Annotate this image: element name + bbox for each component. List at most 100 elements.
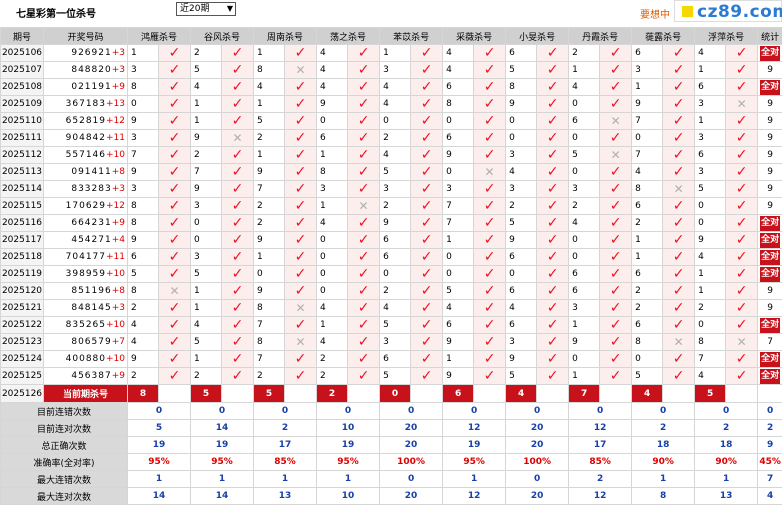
kill-number-cell: 6 [506,317,537,334]
header-stats: 统计 [758,28,782,45]
check-icon: ✓ [232,232,244,248]
kill-number-cell: 6 [632,266,663,283]
stats-cell: 全对 [758,79,782,96]
result-mark-cell: ✓ [348,215,380,232]
site-logo[interactable]: cz89.com [674,0,782,22]
result-mark-cell: ✓ [537,283,569,300]
check-icon: ✓ [295,79,307,95]
kill-number-cell: 1 [254,147,285,164]
period-cell: 2025107 [1,62,44,79]
kill-number-cell: 7 [632,147,663,164]
check-icon: ✓ [547,368,559,384]
current-kill-blank [600,385,632,403]
promo-link[interactable]: 要想中 [640,6,670,21]
check-icon: ✓ [358,266,370,282]
cross-icon: ✕ [232,131,242,145]
check-icon: ✓ [358,283,370,299]
header-method-10: 浮萍杀号 [695,28,758,45]
kill-number-cell: 9 [632,96,663,113]
check-icon: ✓ [232,45,244,61]
check-icon: ✓ [169,62,181,78]
kill-number-cell: 6 [695,79,726,96]
result-mark-cell: ✓ [159,232,191,249]
check-icon: ✓ [421,351,433,367]
current-kill-blank [159,385,191,403]
check-icon: ✓ [421,368,433,384]
kill-number-cell: 4 [317,334,348,351]
result-mark-cell: ✓ [726,266,758,283]
cross-icon: ✕ [611,148,621,162]
check-icon: ✓ [736,130,748,146]
kill-number-cell: 5 [569,147,600,164]
kill-number-cell: 2 [569,198,600,215]
result-mark-cell: ✓ [474,79,506,96]
check-icon: ✓ [484,147,496,163]
kill-number-cell: 4 [380,79,411,96]
check-icon: ✓ [295,130,307,146]
check-icon: ✓ [421,113,433,129]
result-mark-cell: ✓ [159,266,191,283]
kill-number-cell: 9 [191,181,222,198]
check-icon: ✓ [484,96,496,112]
kill-number-cell: 4 [569,215,600,232]
result-mark-cell: ✓ [474,130,506,147]
summary-value: 20 [506,420,569,437]
result-mark-cell: ✓ [663,215,695,232]
check-icon: ✓ [421,96,433,112]
check-icon: ✓ [358,317,370,333]
result-mark-cell: ✓ [411,130,443,147]
kill-number-cell: 2 [695,300,726,317]
kill-number-cell: 6 [380,249,411,266]
draw-number-cell: 851196+8 [44,283,128,300]
check-icon: ✓ [358,249,370,265]
result-mark-cell: ✓ [348,334,380,351]
result-mark-cell: ✓ [348,351,380,368]
result-mark-cell: ✕ [474,164,506,181]
result-mark-cell: ✓ [537,164,569,181]
result-mark-cell: ✓ [537,266,569,283]
kill-number-cell: 5 [695,181,726,198]
kill-number-cell: 7 [632,113,663,130]
check-icon: ✓ [484,130,496,146]
kill-number-cell: 9 [380,215,411,232]
kill-number-cell: 0 [443,164,474,181]
check-icon: ✓ [484,79,496,95]
check-icon: ✓ [169,368,181,384]
kill-number-cell: 0 [569,164,600,181]
table-row: 2025111904842+113✓9✕2✓6✓2✓6✓0✓0✓0✓3✓9 [1,130,782,147]
check-icon: ✓ [232,79,244,95]
check-icon: ✓ [421,62,433,78]
check-icon: ✓ [169,266,181,282]
check-icon: ✓ [358,351,370,367]
kill-number-cell: 3 [569,300,600,317]
check-icon: ✓ [358,215,370,231]
check-icon: ✓ [232,317,244,333]
summary-value: 90% [632,454,695,471]
kill-number-cell: 9 [254,283,285,300]
result-mark-cell: ✓ [474,232,506,249]
result-mark-cell: ✓ [285,317,317,334]
kill-number-cell: 5 [254,113,285,130]
check-icon: ✓ [421,147,433,163]
check-icon: ✓ [169,232,181,248]
cross-icon: ✕ [611,114,621,128]
kill-number-cell: 9 [443,334,474,351]
digit-sum: +10 [106,320,125,330]
kill-number-cell: 0 [317,249,348,266]
kill-number-cell: 9 [569,334,600,351]
check-icon: ✓ [547,113,559,129]
period-range-select[interactable]: 近20期▼ [176,2,236,16]
kill-number-cell: 5 [506,215,537,232]
summary-value: 0 [317,403,380,420]
summary-value: 20 [380,437,443,454]
result-mark-cell: ✕ [159,283,191,300]
check-icon: ✓ [484,198,496,214]
table-row: 2025115170629+128✓3✓2✓1✕2✓7✓2✓2✓6✓0✓9 [1,198,782,215]
summary-value: 95% [317,454,380,471]
stats-cell: 9 [758,283,782,300]
result-mark-cell: ✓ [474,198,506,215]
kill-number-cell: 8 [128,198,159,215]
result-mark-cell: ✓ [222,198,254,215]
summary-value: 19 [443,437,506,454]
draw-number-cell: 398959+10 [44,266,128,283]
